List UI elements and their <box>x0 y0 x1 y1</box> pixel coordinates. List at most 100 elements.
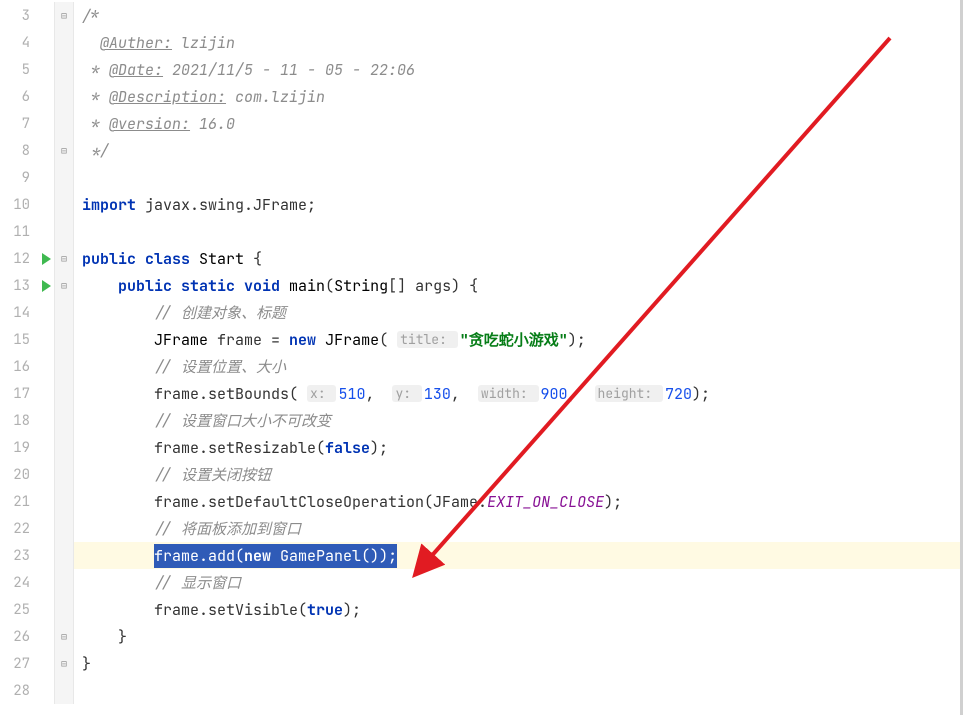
code-line[interactable]: /* <box>74 2 963 29</box>
fold-gutter <box>54 434 74 461</box>
gutter-line: 4 <box>0 29 74 56</box>
gutter-line: 9 <box>0 164 74 191</box>
token: frame.add( <box>154 546 244 566</box>
code-line[interactable]: JFrame frame = new JFrame( title: "贪吃蛇小游… <box>74 326 963 353</box>
fold-gutter[interactable]: ⊟ <box>54 137 74 164</box>
token: /* <box>82 6 100 26</box>
play-icon[interactable] <box>42 253 51 265</box>
code-line[interactable] <box>74 677 963 704</box>
text-selection[interactable]: frame.add(new GamePanel()); <box>154 544 397 568</box>
fold-icon[interactable]: ⊟ <box>61 281 67 291</box>
fold-icon[interactable]: ⊟ <box>61 254 67 264</box>
code-line[interactable]: // 设置关闭按钮 <box>74 461 963 488</box>
token: */ <box>82 141 109 161</box>
token <box>82 438 154 458</box>
code-line[interactable]: public static void main(String[] args) { <box>74 272 963 299</box>
code-line[interactable]: @Auther: lzijin <box>74 29 963 56</box>
gutter-line: 7 <box>0 110 74 137</box>
token: public static void <box>118 276 289 296</box>
code-line[interactable]: * @Date: 2021/11/5 - 11 - 05 - 22:06 <box>74 56 963 83</box>
token: ); <box>370 438 388 458</box>
line-number: 4 <box>0 34 38 52</box>
line-number: 20 <box>0 466 38 484</box>
token <box>82 492 154 512</box>
fold-gutter <box>54 56 74 83</box>
code-line[interactable]: // 显示窗口 <box>74 569 963 596</box>
code-line[interactable]: public class Start { <box>74 245 963 272</box>
code-line[interactable]: frame.setResizable(false); <box>74 434 963 461</box>
code-line[interactable] <box>74 218 963 245</box>
token: lzijin <box>172 33 235 53</box>
fold-gutter <box>54 299 74 326</box>
token: ; <box>307 195 316 215</box>
token: true <box>307 600 343 620</box>
fold-icon[interactable]: ⊟ <box>61 146 67 156</box>
code-line[interactable]: } <box>74 623 963 650</box>
fold-icon[interactable]: ⊟ <box>61 632 67 642</box>
token <box>82 276 118 296</box>
token: new <box>289 330 325 350</box>
fold-gutter <box>54 569 74 596</box>
fold-icon[interactable]: ⊟ <box>61 659 67 669</box>
gutter-line: 10 <box>0 191 74 218</box>
fold-gutter[interactable]: ⊟ <box>54 623 74 650</box>
line-number: 9 <box>0 169 38 187</box>
run-gutter-icon[interactable] <box>38 253 54 265</box>
line-number: 21 <box>0 493 38 511</box>
token: // 设置位置、大小 <box>154 356 286 377</box>
gutter-line: 6 <box>0 83 74 110</box>
token: * <box>82 114 109 134</box>
code-line[interactable]: // 设置窗口大小不可改变 <box>74 407 963 434</box>
code-line[interactable]: frame.setBounds( x: 510, y: 130, width: … <box>74 380 963 407</box>
code-line[interactable]: frame.setVisible(true); <box>74 596 963 623</box>
fold-gutter[interactable]: ⊟ <box>54 650 74 677</box>
code-line[interactable]: * @Description: com.lzijin <box>74 83 963 110</box>
gutter-line: 8⊟ <box>0 137 74 164</box>
code-area[interactable]: /* @Auther: lzijin * @Date: 2021/11/5 - … <box>74 0 963 715</box>
token: // 设置关闭按钮 <box>154 464 271 485</box>
line-number: 6 <box>0 88 38 106</box>
fold-icon[interactable]: ⊟ <box>61 11 67 21</box>
token: , <box>451 384 478 404</box>
token: frame.setVisible( <box>154 600 307 620</box>
gutter-line: 13⊟ <box>0 272 74 299</box>
fold-gutter[interactable]: ⊟ <box>54 245 74 272</box>
code-line[interactable]: // 将面板添加到窗口 <box>74 515 963 542</box>
code-line[interactable]: frame.add(new GamePanel()); <box>74 542 963 569</box>
token: title: <box>397 331 458 348</box>
line-number: 10 <box>0 196 38 214</box>
code-line[interactable]: import javax.swing.JFrame; <box>74 191 963 218</box>
code-line[interactable]: // 创建对象、标题 <box>74 299 963 326</box>
gutter-line: 17 <box>0 380 74 407</box>
token: com.lzijin <box>226 87 325 107</box>
code-line[interactable]: frame.setDefaultCloseOperation(JFame.EXI… <box>74 488 963 515</box>
token: ( <box>325 276 334 296</box>
fold-gutter[interactable]: ⊟ <box>54 272 74 299</box>
code-line[interactable]: // 设置位置、大小 <box>74 353 963 380</box>
play-icon[interactable] <box>42 280 51 292</box>
code-line[interactable] <box>74 164 963 191</box>
gutter: 3⊟45678⊟9101112⊟13⊟141516171819202122232… <box>0 0 74 715</box>
token: , <box>568 384 595 404</box>
gutter-line: 5 <box>0 56 74 83</box>
code-line[interactable]: * @version: 16.0 <box>74 110 963 137</box>
token: // 将面板添加到窗口 <box>154 518 301 539</box>
token: // 显示窗口 <box>154 572 241 593</box>
token: main <box>289 276 325 296</box>
line-number: 26 <box>0 628 38 646</box>
fold-gutter <box>54 542 74 569</box>
fold-gutter <box>54 83 74 110</box>
token <box>82 330 154 350</box>
line-number: 18 <box>0 412 38 430</box>
token: ); <box>604 492 622 512</box>
run-gutter-icon[interactable] <box>38 280 54 292</box>
fold-gutter <box>54 326 74 353</box>
token: [] args) { <box>388 276 478 296</box>
gutter-line: 20 <box>0 461 74 488</box>
code-line[interactable]: */ <box>74 137 963 164</box>
line-number: 14 <box>0 304 38 322</box>
fold-gutter[interactable]: ⊟ <box>54 2 74 29</box>
line-number: 23 <box>0 547 38 565</box>
code-editor[interactable]: 3⊟45678⊟9101112⊟13⊟141516171819202122232… <box>0 0 963 715</box>
code-line[interactable]: } <box>74 650 963 677</box>
